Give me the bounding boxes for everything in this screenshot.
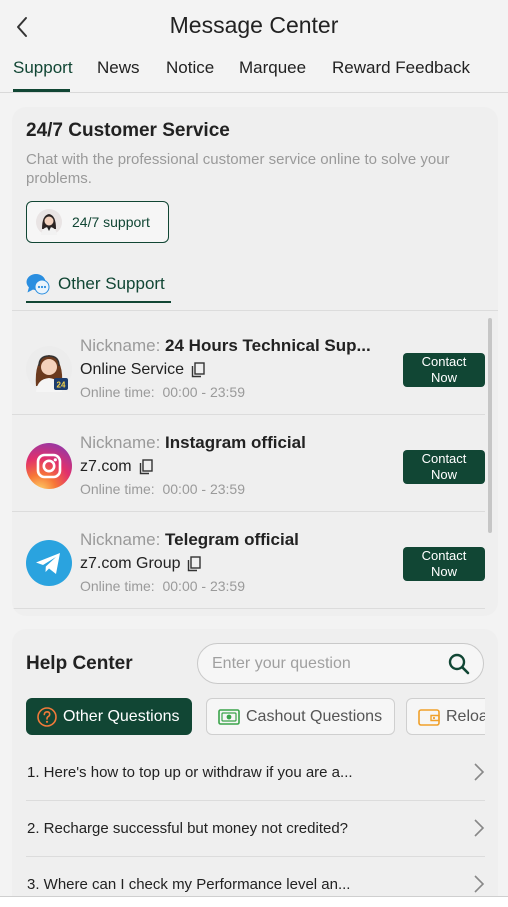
- contact-account: z7.com: [80, 458, 153, 476]
- faq-question: 1. Here's how to top up or withdraw if y…: [27, 764, 353, 781]
- tab-news[interactable]: News: [97, 58, 140, 78]
- copy-icon[interactable]: [139, 459, 153, 475]
- search-icon[interactable]: [448, 653, 470, 675]
- customer-service-description: Chat with the professional customer serv…: [26, 151, 450, 187]
- category-other-questions[interactable]: Other Questions: [26, 698, 192, 735]
- contact-now-button[interactable]: Contact Now: [403, 450, 485, 484]
- tab-support[interactable]: Support: [13, 58, 73, 78]
- copy-icon[interactable]: [187, 556, 202, 572]
- help-center-card: Help Center Other Questions Cashout Ques…: [12, 629, 498, 907]
- wallet-icon: [418, 708, 440, 726]
- chevron-right-icon: [474, 763, 485, 781]
- bottom-bar: [0, 896, 508, 907]
- faq-item[interactable]: 2. Recharge successful but money not cre…: [26, 801, 485, 857]
- contact-nickname: Nickname: Telegram official: [80, 530, 299, 549]
- question-circle-icon: [37, 706, 57, 727]
- contact-item: 24 Nickname: 24 Hours Technical Sup... O…: [12, 318, 498, 415]
- copy-icon[interactable]: [191, 362, 205, 378]
- chat-bubble-icon: [26, 274, 50, 295]
- contact-nickname: Nickname: 24 Hours Technical Sup...: [80, 336, 371, 355]
- faq-item[interactable]: 1. Here's how to top up or withdraw if y…: [26, 745, 485, 801]
- active-tab-indicator: [13, 89, 70, 92]
- badge-24-label: 24: [57, 381, 66, 390]
- contact-nickname: Nickname: Instagram official: [80, 433, 306, 452]
- tab-reward-feedback[interactable]: Reward Feedback: [332, 58, 470, 78]
- other-support-header: Other Support: [26, 273, 165, 295]
- contact-online-time: Online time: 00:00 - 23:59: [80, 578, 245, 594]
- help-center-title: Help Center: [26, 653, 133, 674]
- support-button-label: 24/7 support: [72, 214, 150, 230]
- faq-question: 2. Recharge successful but money not cre…: [27, 820, 349, 837]
- divider: [12, 310, 498, 311]
- support-24-7-button[interactable]: 24/7 support: [26, 201, 169, 243]
- chevron-right-icon: [474, 819, 485, 837]
- tab-bar: Support News Notice Marquee Reward Feedb…: [0, 54, 508, 93]
- divider: [12, 608, 485, 609]
- other-support-underline: [26, 301, 171, 303]
- page-title: Message Center: [169, 12, 339, 38]
- chevron-right-icon: [474, 875, 485, 893]
- contact-now-button[interactable]: Contact Now: [403, 547, 485, 581]
- question-category-bar: Other Questions Cashout Questions Reloa: [26, 698, 485, 738]
- contact-online-time: Online time: 00:00 - 23:59: [80, 384, 245, 400]
- contact-item: Nickname: Instagram official z7.com Onli…: [12, 415, 498, 512]
- support-card: 24/7 Customer Service Chat with the prof…: [12, 107, 498, 616]
- instagram-icon: [26, 443, 72, 489]
- faq-question: 3. Where can I check my Performance leve…: [27, 876, 351, 893]
- category-reload-questions[interactable]: Reloa: [406, 698, 485, 735]
- contact-now-button[interactable]: Contact Now: [403, 353, 485, 387]
- category-cashout-questions[interactable]: Cashout Questions: [206, 698, 396, 735]
- contact-account: Online Service: [80, 361, 205, 379]
- contact-online-time: Online time: 00:00 - 23:59: [80, 481, 245, 497]
- telegram-icon: [26, 540, 72, 586]
- customer-service-title: 24/7 Customer Service: [26, 120, 230, 141]
- agent-avatar-icon: 24: [26, 346, 72, 392]
- cash-icon: [218, 708, 240, 725]
- tab-marquee[interactable]: Marquee: [239, 58, 306, 78]
- header: Message Center: [0, 0, 508, 54]
- help-search-box: [197, 643, 484, 684]
- contact-item: Nickname: Telegram official z7.com Group…: [12, 512, 498, 609]
- other-support-heading: Other Support: [58, 274, 165, 293]
- contact-account: z7.com Group: [80, 555, 202, 573]
- tab-notice[interactable]: Notice: [166, 58, 214, 78]
- agent-avatar-icon: [36, 209, 62, 235]
- help-search-input[interactable]: [212, 654, 447, 673]
